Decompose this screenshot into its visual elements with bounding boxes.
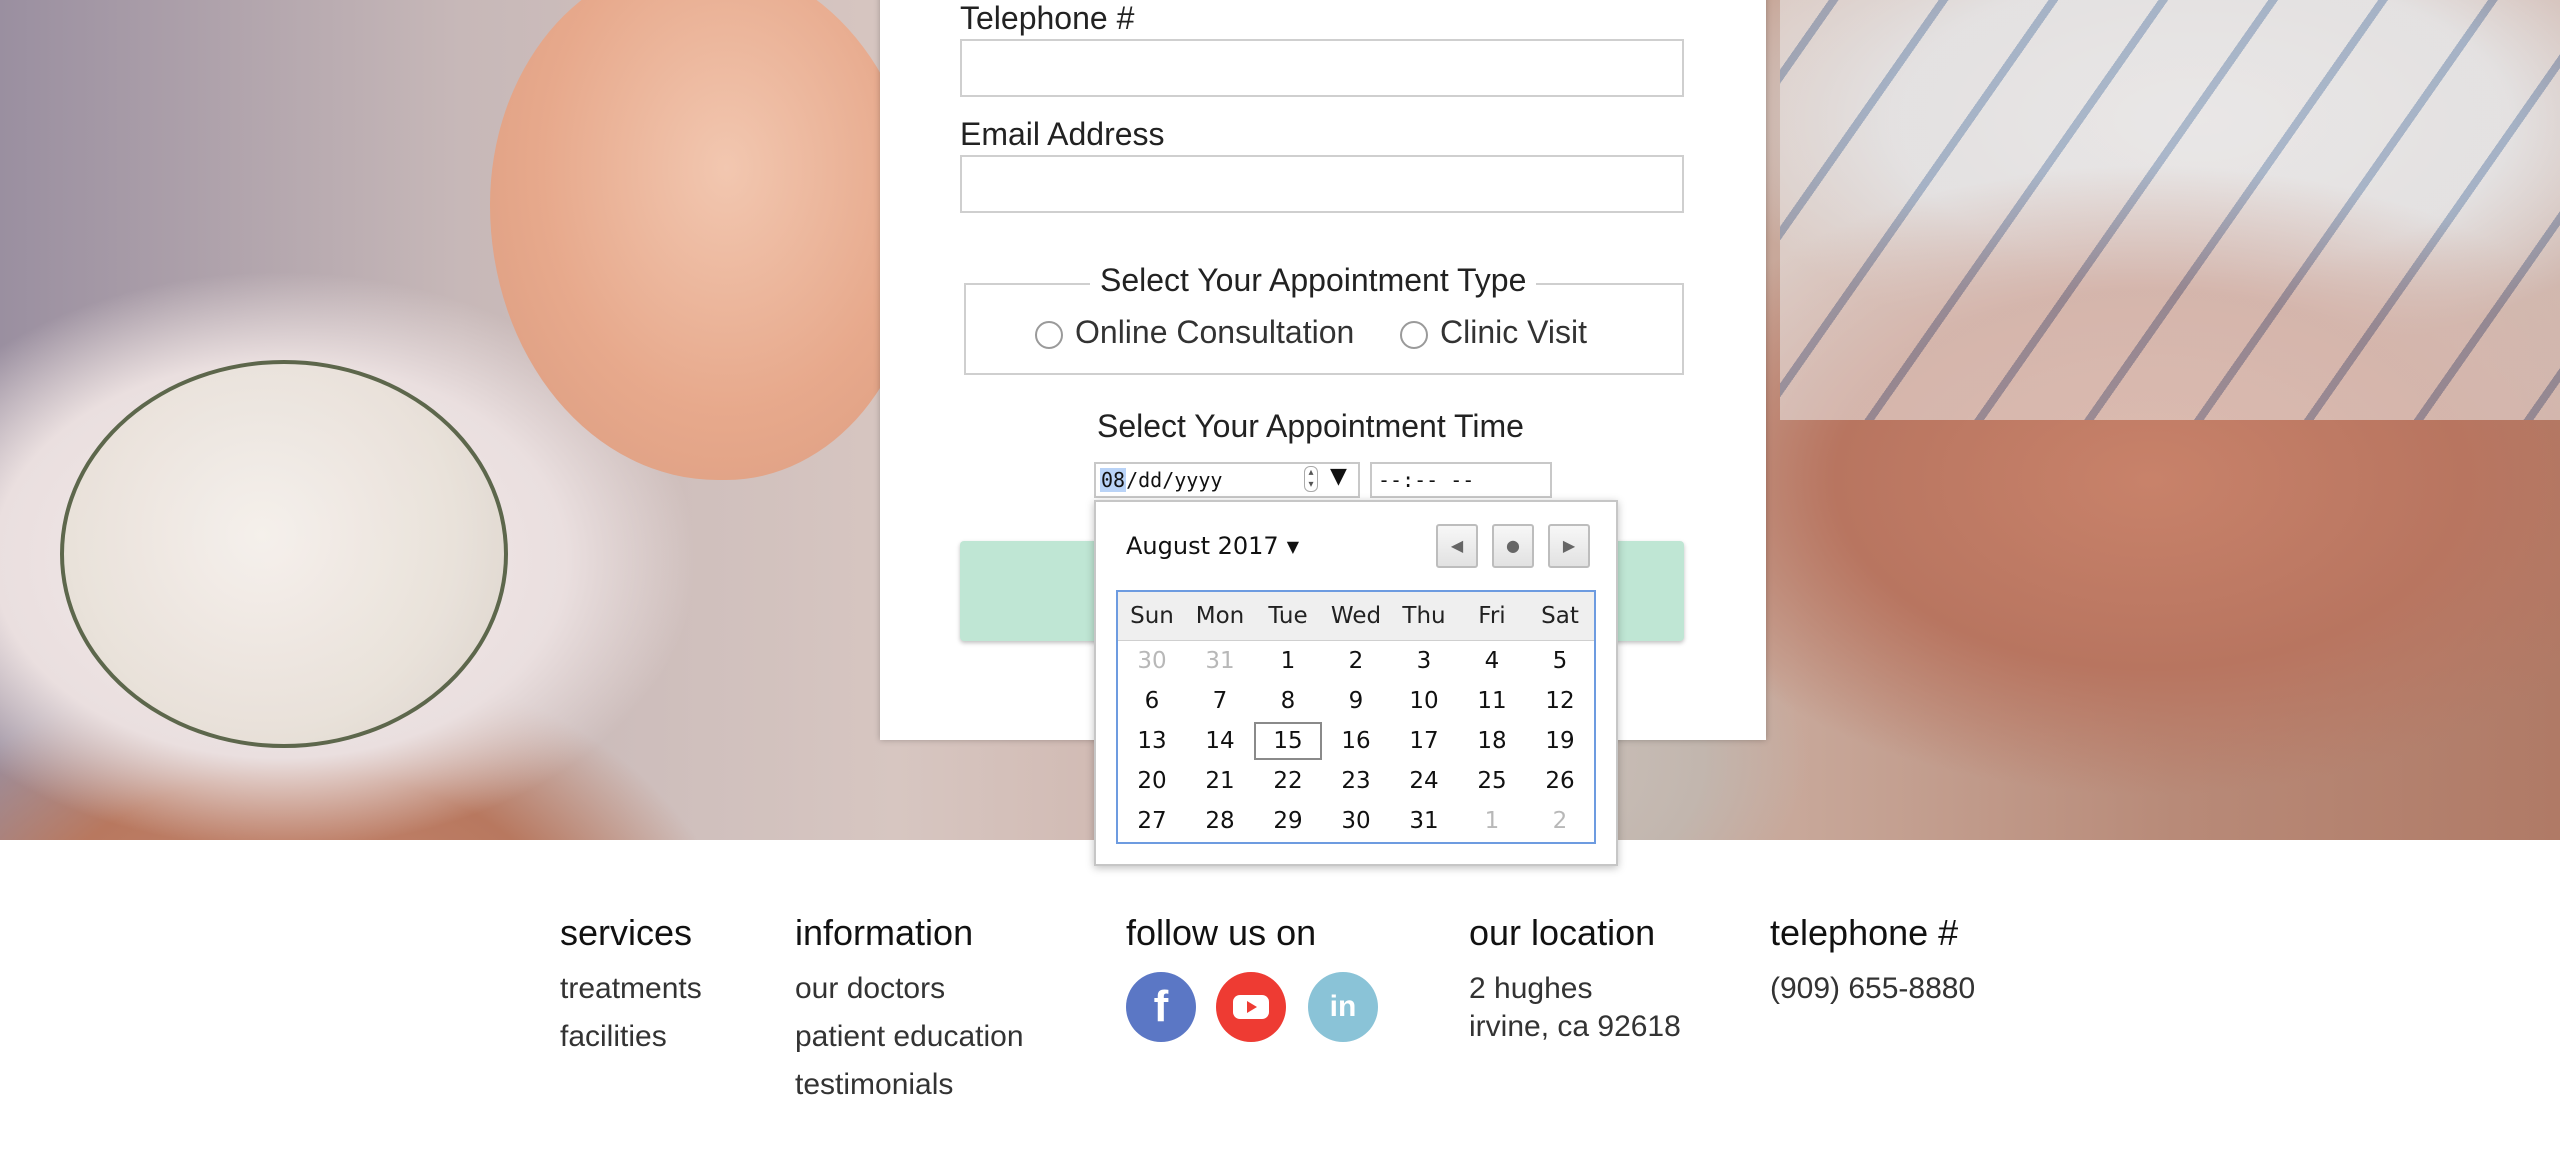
baby-foot (490, 0, 920, 480)
calendar-day[interactable]: 19 (1526, 721, 1594, 761)
telephone-input[interactable] (960, 39, 1684, 97)
calendar-day[interactable]: 9 (1322, 681, 1390, 721)
calendar-day[interactable]: 26 (1526, 761, 1594, 801)
spinner-icon[interactable]: ▴ ▾ (1304, 466, 1318, 492)
footer-heading-follow: follow us on (1126, 912, 1317, 953)
radio-label-online-consultation: Online Consultation (1075, 314, 1355, 350)
footer-heading-information: information (795, 912, 974, 953)
appointment-type-legend: Select Your Appointment Type (1090, 262, 1537, 299)
weekday-header: Sun Mon Tue Wed Thu Fri Sat (1118, 592, 1594, 641)
calendar-day[interactable]: 22 (1254, 761, 1322, 801)
calendar-day[interactable]: 10 (1390, 681, 1458, 721)
calendar-day[interactable]: 27 (1118, 801, 1186, 841)
month-year-label: August 2017 (1126, 532, 1279, 560)
footer-heading-services: services (560, 912, 693, 953)
footer-link-treatments[interactable]: treatments (560, 972, 702, 1006)
date-month-segment[interactable]: 08 (1100, 468, 1127, 492)
youtube-icon[interactable] (1216, 972, 1286, 1042)
calendar-day[interactable]: 18 (1458, 721, 1526, 761)
calendar-day[interactable]: 31 (1186, 641, 1254, 681)
calendar-day[interactable]: 5 (1526, 641, 1594, 681)
footer-heading-location: our location (1469, 912, 1656, 953)
email-label: Email Address (960, 116, 1165, 152)
calendar-day[interactable]: 21 (1186, 761, 1254, 801)
calendar-day[interactable]: 20 (1118, 761, 1186, 801)
calendar-day[interactable]: 8 (1254, 681, 1322, 721)
youtube-play-glyph (1233, 995, 1269, 1019)
date-picker-popup: August 2017 ▼ ◀ ● ▶ Sun Mon Tue Wed Thu F… (1094, 500, 1618, 866)
calendar-day[interactable]: 12 (1526, 681, 1594, 721)
calendar-week: 20 21 22 23 24 25 26 (1118, 761, 1594, 801)
calendar-day[interactable]: 1 (1254, 641, 1322, 681)
next-arrow-icon[interactable]: ▶ (1548, 524, 1590, 568)
date-input[interactable]: 08 /dd/yyyy (1094, 462, 1360, 498)
footer-address-line-2: irvine, ca 92618 (1469, 1010, 1681, 1043)
calendar-day[interactable]: 30 (1322, 801, 1390, 841)
weekday-label: Sat (1541, 603, 1579, 629)
calendar-week: 13 14 15 16 17 18 19 (1118, 721, 1594, 761)
calendar-week: 6 7 8 9 10 11 12 (1118, 681, 1594, 721)
calendar-day[interactable]: 4 (1458, 641, 1526, 681)
calendar-day[interactable]: 2 (1526, 801, 1594, 841)
calendar-day[interactable]: 11 (1458, 681, 1526, 721)
weekday-label: Mon (1195, 603, 1245, 629)
month-year-selector[interactable]: August 2017 ▼ (1126, 532, 1299, 560)
calendar-day[interactable]: 23 (1322, 761, 1390, 801)
calendar-day[interactable]: 3 (1390, 641, 1458, 681)
weekday-label: Wed (1330, 603, 1382, 629)
calendar-day[interactable]: 6 (1118, 681, 1186, 721)
radio-clinic-visit[interactable] (1400, 321, 1428, 349)
calendar-day[interactable]: 1 (1458, 801, 1526, 841)
calendar-day[interactable]: 31 (1390, 801, 1458, 841)
weekday-label: Tue (1268, 603, 1308, 629)
weekday-label: Fri (1478, 603, 1506, 629)
email-input[interactable] (960, 155, 1684, 213)
striped-blanket (1780, 0, 2560, 420)
soccer-ball-pattern (60, 360, 508, 748)
weekday-label: Sun (1130, 603, 1174, 629)
calendar-day[interactable]: 7 (1186, 681, 1254, 721)
calendar-day[interactable]: 30 (1118, 641, 1186, 681)
calendar-week: 27 28 29 30 31 1 2 (1118, 801, 1594, 841)
calendar-day[interactable]: 25 (1458, 761, 1526, 801)
prev-arrow-icon[interactable]: ◀ (1436, 524, 1478, 568)
calendar-day[interactable]: 13 (1118, 721, 1186, 761)
radio-online-consultation[interactable] (1035, 321, 1063, 349)
calendar-day[interactable]: 17 (1390, 721, 1458, 761)
time-input[interactable]: --:-- -- (1370, 462, 1552, 498)
footer-link-our-doctors[interactable]: our doctors (795, 972, 945, 1006)
date-rest-segments[interactable]: /dd/yyyy (1126, 468, 1222, 492)
footer-address-line-1: 2 hughes (1469, 972, 1593, 1005)
calendar-day[interactable]: 14 (1186, 721, 1254, 761)
linkedin-icon[interactable]: in (1308, 972, 1378, 1042)
calendar-day[interactable]: 28 (1186, 801, 1254, 841)
weekday-label: Thu (1402, 603, 1446, 629)
calendar-day[interactable]: 16 (1322, 721, 1390, 761)
footer-phone-number[interactable]: (909) 655-8880 (1770, 972, 1975, 1006)
calendar-day-today[interactable]: 15 (1254, 722, 1322, 760)
facebook-icon[interactable]: f (1126, 972, 1196, 1042)
appointment-time-label: Select Your Appointment Time (1097, 408, 1524, 444)
footer-link-facilities[interactable]: facilities (560, 1020, 667, 1054)
radio-label-clinic-visit: Clinic Visit (1440, 314, 1587, 350)
calendar-day[interactable]: 2 (1322, 641, 1390, 681)
triangle-down-icon[interactable]: ▼ (1330, 464, 1347, 489)
calendar-day[interactable]: 24 (1390, 761, 1458, 801)
footer-link-testimonials[interactable]: testimonials (795, 1068, 953, 1102)
footer-link-patient-education[interactable]: patient education (795, 1020, 1024, 1054)
footer-heading-telephone: telephone # (1770, 912, 1959, 953)
calendar-day[interactable]: 29 (1254, 801, 1322, 841)
caret-down-icon: ▼ (1286, 537, 1300, 556)
calendar-week: 30 31 1 2 3 4 5 (1118, 641, 1594, 681)
telephone-label: Telephone # (960, 0, 1135, 36)
calendar-grid: Sun Mon Tue Wed Thu Fri Sat 30 31 1 2 3 … (1116, 590, 1596, 844)
today-dot-icon[interactable]: ● (1492, 524, 1534, 568)
